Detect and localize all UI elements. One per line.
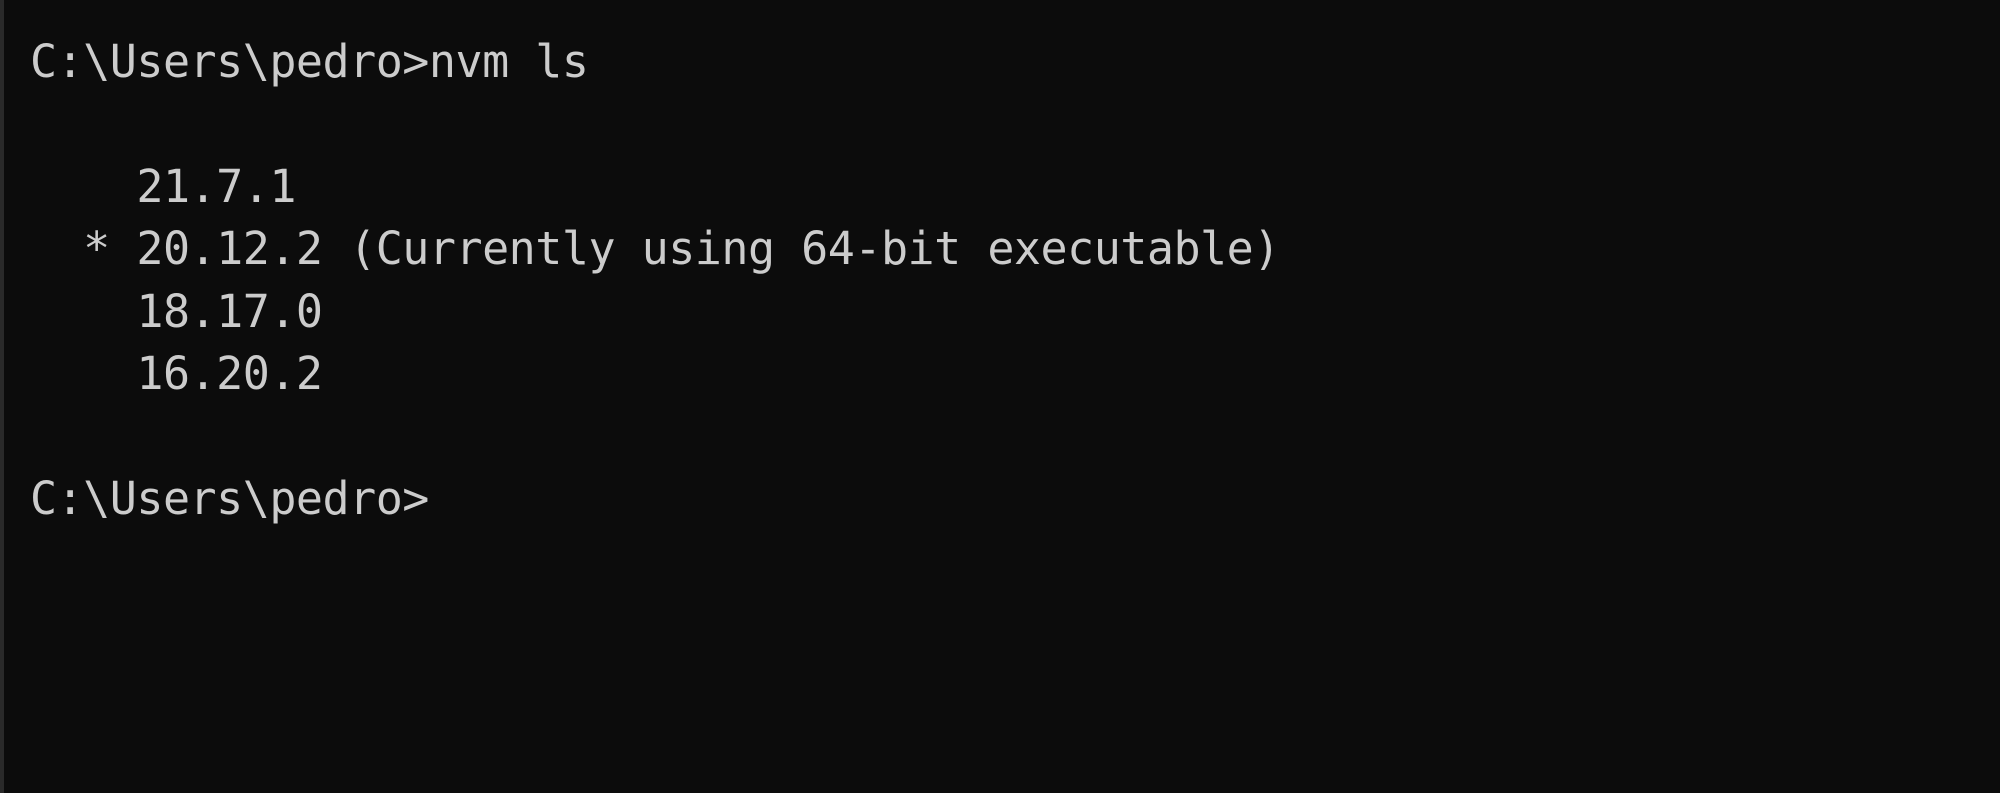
- command-line: C:\Users\pedro>nvm ls: [30, 35, 589, 88]
- nvm-version-item: 18.17.0: [30, 285, 323, 338]
- nvm-version-item-current: * 20.12.2 (Currently using 64-bit execut…: [30, 222, 1280, 275]
- nvm-version-item: 21.7.1: [30, 160, 296, 213]
- prompt-line[interactable]: C:\Users\pedro>: [30, 468, 429, 530]
- terminal-window[interactable]: C:\Users\pedro>nvm ls 21.7.1 * 20.12.2 (…: [0, 0, 2000, 793]
- nvm-version-item: 16.20.2: [30, 347, 323, 400]
